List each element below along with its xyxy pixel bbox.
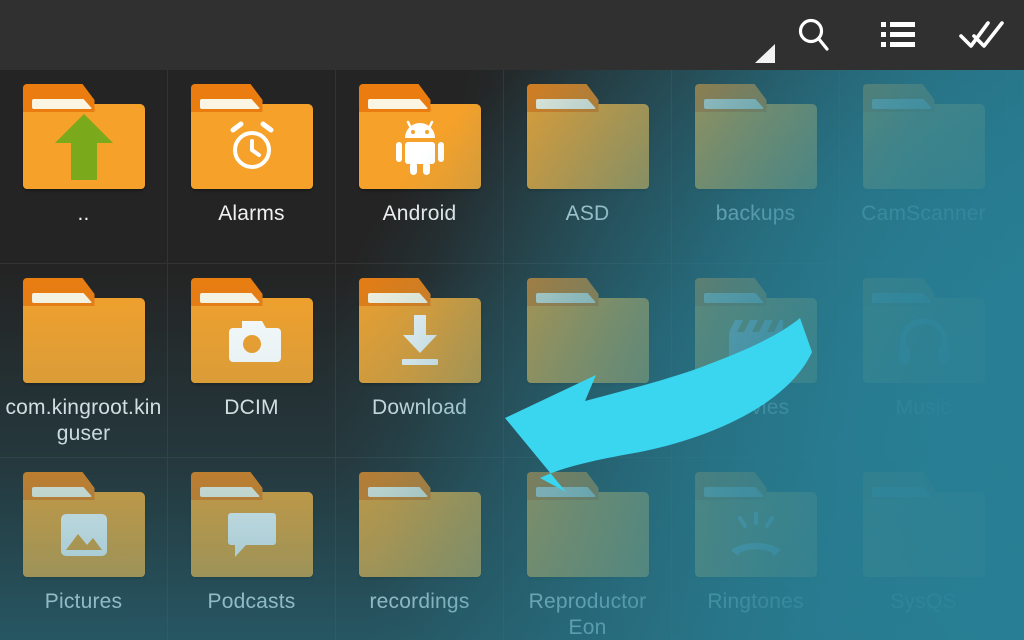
folder-icon: [190, 472, 313, 577]
grid-cell-partial: [1008, 458, 1024, 640]
ringing-phone-icon: [695, 492, 817, 577]
folder-item[interactable]: SysQS: [840, 458, 1008, 640]
folder-icon: [358, 84, 481, 189]
none: [863, 492, 985, 577]
folder-item[interactable]: com.kingroot.kinguser: [0, 264, 168, 458]
folder-icon: [526, 472, 649, 577]
download-icon: [359, 298, 481, 383]
folder-icon: [694, 472, 817, 577]
up-arrow-icon: [23, 104, 145, 189]
none: [695, 104, 817, 189]
folder-label: CamScanner: [861, 202, 986, 225]
topbar-action-group: [772, 0, 1024, 70]
folder-icon: [22, 472, 145, 577]
folder-item[interactable]: DCIM: [168, 264, 336, 458]
folder-label: Reproductor Eon: [528, 590, 647, 639]
folder-label: recordings: [369, 590, 470, 613]
folder-item[interactable]: Download: [336, 264, 504, 458]
folder-label: Alarms: [218, 202, 285, 225]
folder-icon: [862, 472, 985, 577]
folder-item[interactable]: Pictures: [0, 458, 168, 640]
folder-icon: [862, 278, 985, 383]
search-icon[interactable]: [772, 0, 856, 70]
folder-icon: [22, 84, 145, 189]
top-app-bar: [0, 0, 1024, 70]
folder-label: Pictures: [44, 590, 123, 613]
folder-label: Android: [382, 202, 457, 225]
folder-icon: [862, 84, 985, 189]
folder-grid: .. Alarms Android ASD backups CamScanner com…: [0, 70, 1024, 640]
folder-label: Podcasts: [207, 590, 296, 613]
select-all-icon[interactable]: [940, 0, 1024, 70]
folder-item[interactable]: backups: [672, 70, 840, 264]
folder-item[interactable]: Android: [336, 70, 504, 264]
folder-icon: [22, 278, 145, 383]
folder-label: DCIM: [224, 396, 279, 419]
alarm-clock-icon: [191, 104, 313, 189]
folder-label: ..: [77, 202, 90, 225]
folder-icon: [694, 278, 817, 383]
headphones-icon: [863, 298, 985, 383]
list-view-icon[interactable]: [856, 0, 940, 70]
android-robot-icon: [359, 104, 481, 189]
folder-icon: [358, 278, 481, 383]
image-icon: [23, 492, 145, 577]
folder-item[interactable]: ..: [0, 70, 168, 264]
folder-item[interactable]: Music: [840, 264, 1008, 458]
folder-item[interactable]: Movies: [672, 264, 840, 458]
folder-icon: [526, 84, 649, 189]
folder-label: com.kingroot.kinguser: [5, 396, 162, 445]
folder-label: Music: [895, 396, 952, 419]
folder-label: Download: [372, 396, 467, 419]
folder-item[interactable]: Ringtones: [672, 458, 840, 640]
folder-item[interactable]: recordings: [336, 458, 504, 640]
folder-item[interactable]: Reproductor Eon: [504, 458, 672, 640]
clapperboard-icon: [695, 298, 817, 383]
folder-icon: [526, 278, 649, 383]
none: [527, 298, 649, 383]
grid-cell-partial: [1008, 70, 1024, 264]
folder-item[interactable]: Alarms: [168, 70, 336, 264]
none: [359, 492, 481, 577]
folder-icon: [190, 84, 313, 189]
folder-label: backups: [715, 202, 796, 225]
folder-label: Ringtones: [707, 590, 804, 613]
folder-label: SysQS: [890, 590, 957, 613]
none: [527, 104, 649, 189]
none: [23, 298, 145, 383]
folder-item[interactable]: ASD: [504, 70, 672, 264]
none: [863, 104, 985, 189]
camera-icon: [191, 298, 313, 383]
folder-item[interactable]: Podcasts: [168, 458, 336, 640]
speech-bubble-icon: [191, 492, 313, 577]
folder-icon: [190, 278, 313, 383]
folder-icon: [358, 472, 481, 577]
folder-icon: [694, 84, 817, 189]
folder-item[interactable]: CamScanner: [840, 70, 1008, 264]
none: [527, 492, 649, 577]
folder-label: Movies: [721, 396, 790, 419]
grid-cell-partial: [1008, 264, 1024, 458]
folder-label: erdown: [552, 396, 623, 419]
folder-item[interactable]: erdown: [504, 264, 672, 458]
file-manager-screen: .. Alarms Android ASD backups CamScanner com…: [0, 0, 1024, 640]
folder-label: ASD: [565, 202, 610, 225]
